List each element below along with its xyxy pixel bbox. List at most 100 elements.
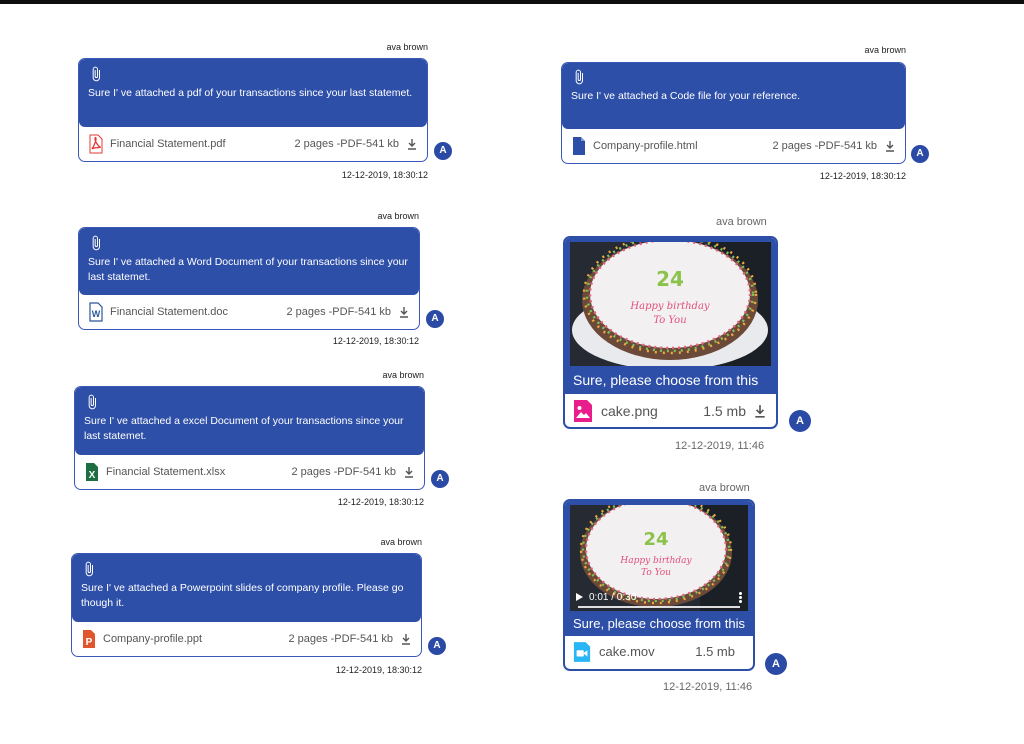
message-bubble: Sure I' ve attached a Powerpoint slides … bbox=[72, 554, 421, 622]
timestamp: 12-12-2019, 18:30:12 bbox=[341, 170, 428, 180]
download-icon[interactable] bbox=[399, 306, 409, 318]
pdf-file-icon bbox=[89, 134, 103, 154]
code-file-icon bbox=[573, 137, 585, 155]
timestamp: 12-12-2019, 18:30:12 bbox=[819, 171, 906, 181]
timestamp: 12-12-2019, 18:30:12 bbox=[337, 497, 424, 507]
file-row[interactable]: Company-profile.html 2 pages -PDF-541 kb bbox=[562, 129, 905, 163]
paperclip-icon bbox=[88, 394, 96, 410]
sender-name: ava brown bbox=[382, 370, 424, 380]
sender-name: ava brown bbox=[716, 216, 767, 228]
timestamp: 12-12-2019, 11:46 bbox=[675, 440, 765, 452]
avatar: A bbox=[765, 653, 787, 675]
video-attachment-card: 24 Happy birthday To You 0:01 / 0:30 Sur… bbox=[563, 499, 755, 671]
file-name: Financial Statement.doc bbox=[110, 306, 229, 318]
avatar: A bbox=[789, 410, 811, 432]
svg-text:24: 24 bbox=[656, 267, 684, 291]
message-text: Sure I' ve attached a excel Document of … bbox=[84, 415, 404, 442]
file-row[interactable]: X Financial Statement.xlsx 2 pages -PDF-… bbox=[75, 455, 424, 489]
timestamp: 12-12-2019, 11:46 bbox=[663, 681, 753, 693]
avatar: A bbox=[911, 145, 929, 163]
paperclip-icon bbox=[92, 235, 100, 251]
file-meta: 2 pages -PDF-541 kb bbox=[772, 140, 877, 152]
message-pdf: ava brown Sure I' ve attached a pdf of y… bbox=[78, 40, 456, 180]
file-name: Financial Statement.pdf bbox=[110, 138, 226, 150]
svg-text:X: X bbox=[89, 470, 96, 481]
download-icon[interactable] bbox=[404, 466, 414, 478]
sender-name: ava brown bbox=[699, 482, 750, 494]
download-icon[interactable] bbox=[885, 140, 895, 152]
message-bubble: Sure I' ve attached a Code file for your… bbox=[562, 63, 905, 129]
message-bubble: Sure I' ve attached a excel Document of … bbox=[75, 387, 424, 455]
attachment-card: Sure I' ve attached a Powerpoint slides … bbox=[71, 553, 422, 657]
download-icon[interactable] bbox=[401, 633, 411, 645]
message-text: Sure I' ve attached a Word Document of y… bbox=[88, 256, 408, 283]
avatar: A bbox=[428, 637, 446, 655]
cake-photo: 24 Happy birthday To You bbox=[570, 242, 771, 366]
media-caption: Sure, please choose from this bbox=[573, 616, 745, 631]
file-name: Company-profile.html bbox=[593, 140, 698, 152]
sender-name: ava brown bbox=[386, 42, 428, 52]
download-icon[interactable] bbox=[407, 138, 417, 150]
cake-text-line1: Happy birthday bbox=[619, 556, 692, 566]
media-caption: Sure, please choose from this bbox=[573, 372, 759, 388]
powerpoint-file-icon: P bbox=[83, 630, 95, 648]
paperclip-icon bbox=[575, 69, 583, 85]
file-row[interactable]: P Company-profile.ppt 2 pages -PDF-541 k… bbox=[72, 622, 421, 656]
file-name: Company-profile.ppt bbox=[103, 633, 203, 645]
word-file-icon: W bbox=[89, 302, 103, 322]
cake-text-line1: Happy birthday bbox=[629, 301, 710, 312]
file-meta: 2 pages -PDF-541 kb bbox=[288, 633, 393, 645]
message-bubble: Sure I' ve attached a Word Document of y… bbox=[79, 228, 419, 295]
svg-text:24: 24 bbox=[643, 529, 668, 550]
file-row[interactable]: cake.mov 1.5 mb bbox=[565, 636, 753, 667]
message-word: ava brown Sure I' ve attached a Word Doc… bbox=[78, 209, 448, 349]
cake-text-line2: To You bbox=[641, 568, 671, 578]
video-file-icon bbox=[573, 641, 591, 662]
download-icon[interactable] bbox=[754, 404, 766, 418]
file-meta: 2 pages -PDF-541 kb bbox=[291, 466, 396, 478]
cake-video[interactable]: 24 Happy birthday To You 0:01 / 0:30 bbox=[570, 505, 748, 611]
file-size: 1.5 mb bbox=[695, 644, 735, 659]
timestamp: 12-12-2019, 18:30:12 bbox=[335, 665, 422, 675]
video-controls: 0:01 / 0:30 bbox=[570, 583, 748, 611]
sender-name: ava brown bbox=[377, 211, 419, 221]
file-meta: 2 pages -PDF-541 kb bbox=[286, 306, 391, 318]
message-image: ava brown 24 Happy birthday To You Sure,… bbox=[563, 214, 823, 459]
play-icon[interactable] bbox=[576, 593, 583, 601]
more-options-icon[interactable] bbox=[739, 591, 742, 603]
sender-name: ava brown bbox=[864, 45, 906, 55]
message-text: Sure I' ve attached a pdf of your transa… bbox=[88, 87, 413, 99]
cake-text-line2: To You bbox=[653, 315, 686, 326]
file-name: cake.png bbox=[601, 402, 658, 419]
file-row[interactable]: Financial Statement.pdf 2 pages -PDF-541… bbox=[79, 127, 427, 161]
image-attachment-card: 24 Happy birthday To You Sure, please ch… bbox=[563, 236, 778, 429]
top-bar bbox=[0, 0, 1024, 4]
message-code: ava brown Sure I' ve attached a Code fil… bbox=[561, 43, 935, 188]
message-text: Sure I' ve attached a Code file for your… bbox=[571, 90, 801, 102]
excel-file-icon: X bbox=[86, 463, 98, 481]
timestamp: 12-12-2019, 18:30:12 bbox=[332, 336, 419, 346]
message-text: Sure I' ve attached a Powerpoint slides … bbox=[81, 582, 404, 609]
file-meta: 2 pages -PDF-541 kb bbox=[294, 138, 399, 150]
file-name: cake.mov bbox=[599, 644, 655, 659]
message-bubble: Sure I' ve attached a pdf of your transa… bbox=[79, 59, 427, 127]
svg-text:P: P bbox=[86, 637, 93, 648]
avatar: A bbox=[431, 470, 449, 488]
media-bubble: 24 Happy birthday To You 0:01 / 0:30 Sur… bbox=[565, 501, 753, 636]
cake-image[interactable]: 24 Happy birthday To You bbox=[570, 242, 771, 366]
avatar: A bbox=[434, 142, 452, 160]
paperclip-icon bbox=[92, 66, 100, 82]
avatar: A bbox=[426, 310, 444, 328]
file-row[interactable]: W Financial Statement.doc 2 pages -PDF-5… bbox=[79, 295, 419, 329]
file-name: Financial Statement.xlsx bbox=[106, 466, 226, 478]
media-bubble: 24 Happy birthday To You Sure, please ch… bbox=[565, 238, 776, 394]
attachment-card: Sure I' ve attached a pdf of your transa… bbox=[78, 58, 428, 162]
attachment-card: Sure I' ve attached a Word Document of y… bbox=[78, 227, 420, 330]
video-time: 0:01 / 0:30 bbox=[589, 591, 637, 603]
message-powerpoint: ava brown Sure I' ve attached a Powerpoi… bbox=[71, 535, 454, 680]
svg-text:W: W bbox=[92, 309, 101, 319]
video-progress-track[interactable] bbox=[578, 606, 740, 608]
file-row[interactable]: cake.png 1.5 mb bbox=[565, 394, 776, 427]
image-file-icon bbox=[574, 399, 592, 422]
message-excel: ava brown Sure I' ve attached a excel Do… bbox=[74, 367, 452, 512]
